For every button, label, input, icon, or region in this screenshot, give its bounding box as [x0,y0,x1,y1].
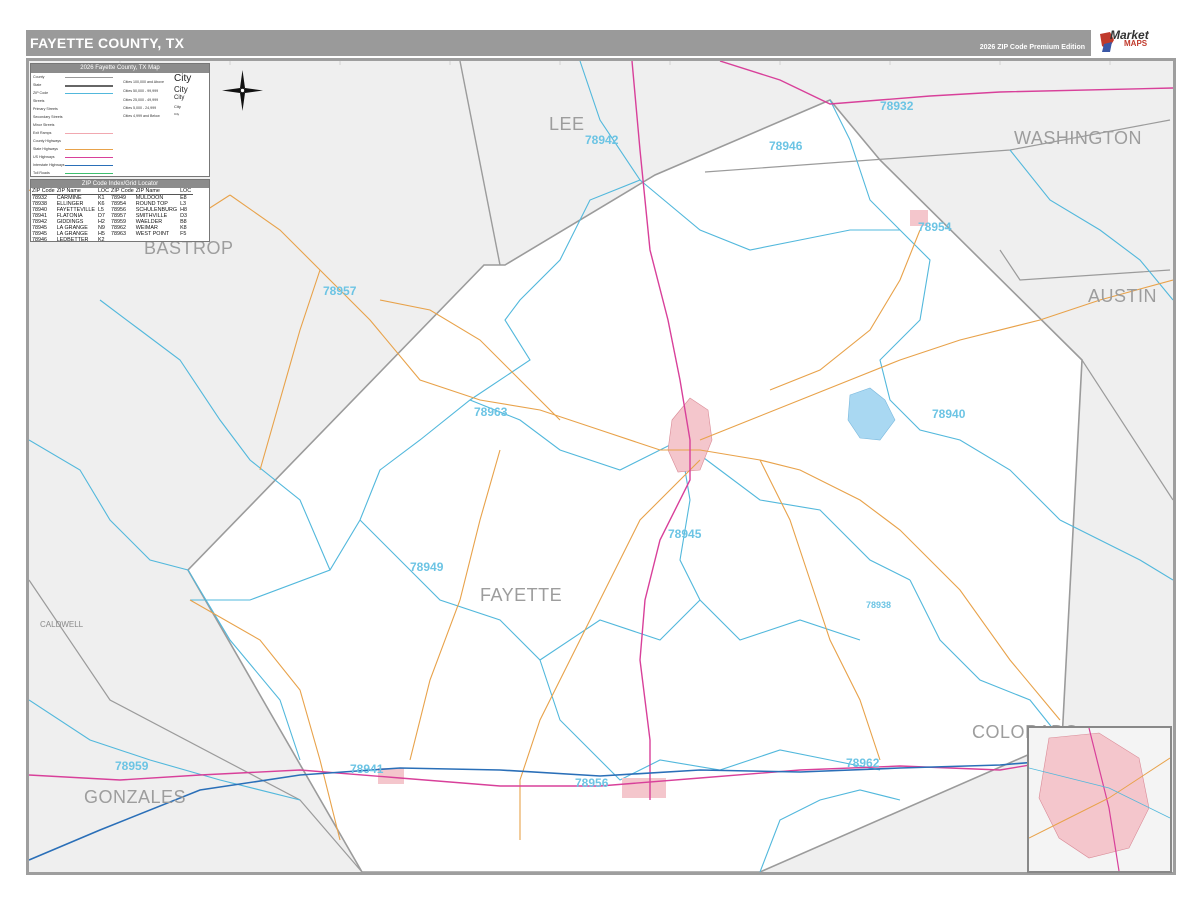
zip-index-cell [136,237,180,243]
map-title: FAYETTE COUNTY, TX [30,35,185,51]
title-bar: FAYETTE COUNTY, TX 2026 ZIP Code Premium… [26,30,1091,56]
legend-city-size-4: Cities 5,000 - 24,999 [123,106,157,110]
legend-row-state-hwy: State Highways [33,147,58,151]
zip-label-78957: 78957 [323,284,357,298]
zip-label-78942: 78942 [585,133,619,147]
zip-label-78954: 78954 [918,220,952,234]
legend-city-size-5: Cities 4,999 and Below [123,114,160,118]
zip-index-header: ZIP Code [32,188,57,195]
zip-label-78945: 78945 [668,527,702,541]
legend-row-county-hwy: County Highways [33,139,61,143]
edition-label: 2026 ZIP Code Premium Edition [979,44,1085,51]
county-label-washington: WASHINGTON [1014,128,1143,148]
legend-city-size-3: Cities 25,000 - 49,999 [123,98,159,102]
legend-line-state-hwy [65,149,113,150]
zip-label-78938: 78938 [866,600,892,610]
zip-label-78949: 78949 [410,560,444,574]
legend-row-us-hwy: US Highways [33,155,55,159]
zip-index-table: ZIP Code ZIP Name LOC ZIP Code ZIP Name … [32,188,194,243]
legend-line-interstate [65,165,113,166]
zip-index-cell: LEDBETTER [56,237,89,243]
county-label-fayette: FAYETTE [480,585,563,605]
zip-label-78963: 78963 [474,405,508,419]
legend-row-exit: Exit Ramps [33,131,52,135]
zip-label-78959: 78959 [115,759,149,773]
legend-city-sample-2: City [174,85,188,94]
legend-title: 2026 Fayette County, TX Map [31,64,209,73]
zip-label-78946: 78946 [769,139,803,153]
legend-line-state [65,85,113,87]
legend-city-sample-3: City [174,95,185,101]
legend-line-zip [65,93,113,94]
legend-row-minor: Minor Streets [33,123,55,127]
zip-index-row: 78946 LEDBETTER K2 [32,237,193,243]
county-label-austin: AUSTIN [1088,286,1158,306]
zip-index-cell [180,237,193,243]
legend-line-us-hwy [65,157,113,158]
zip-index-cell [111,237,136,243]
zip-index-body: 78932 CARMINE K1 78949 MULDOON E8 78938 ELLINGE… [32,195,193,243]
zip-index-cell: 78946 [32,237,47,243]
zip-index-title: ZIP Code Index/Grid Locator [31,180,209,188]
zip-label-78956: 78956 [575,776,609,790]
logo-brand-line2: MAPS [1124,39,1148,48]
zip-index-header: ZIP Code [111,188,136,195]
legend-row-streets: Streets [33,99,45,103]
legend-city-sample-4: City [174,104,181,109]
legend-row-toll: Toll Roads [33,171,50,175]
zip-label-78932: 78932 [880,99,914,113]
inset-map[interactable] [1027,726,1172,873]
inset-map-svg [1029,728,1170,871]
county-label-gonzales: GONZALES [84,787,187,807]
legend-row-primary: Primary Streets [33,107,58,111]
zip-code-index: ZIP Code Index/Grid Locator ZIP Code ZIP… [30,179,210,243]
legend-row-interstate: Interstate Highways [33,163,65,167]
zip-label-78941: 78941 [350,762,384,776]
legend-row-zip: ZIP Code [33,91,49,95]
legend-city-sample-1: City [174,73,192,84]
legend-city-sample-5: City [174,112,180,116]
legend-line-toll [65,173,113,174]
zip-index-cell: K2 [97,237,105,243]
legend-city-size-1: Cities 100,000 and Above [123,80,164,84]
county-label-caldwell: CALDWELL [40,620,84,629]
legend-row-secondary: Secondary Streets [33,115,63,119]
legend-city-size-2: Cities 50,000 - 99,999 [123,89,159,93]
compass-rose-icon [222,70,263,111]
legend-row-county: County [33,75,45,79]
county-label-lee: LEE [549,114,585,134]
legend-line-county [65,77,113,78]
zip-label-78940: 78940 [932,407,966,421]
zip-label-78962: 78962 [846,756,880,770]
legend-line-exit [65,133,113,134]
legend-row-state: State [33,83,42,87]
